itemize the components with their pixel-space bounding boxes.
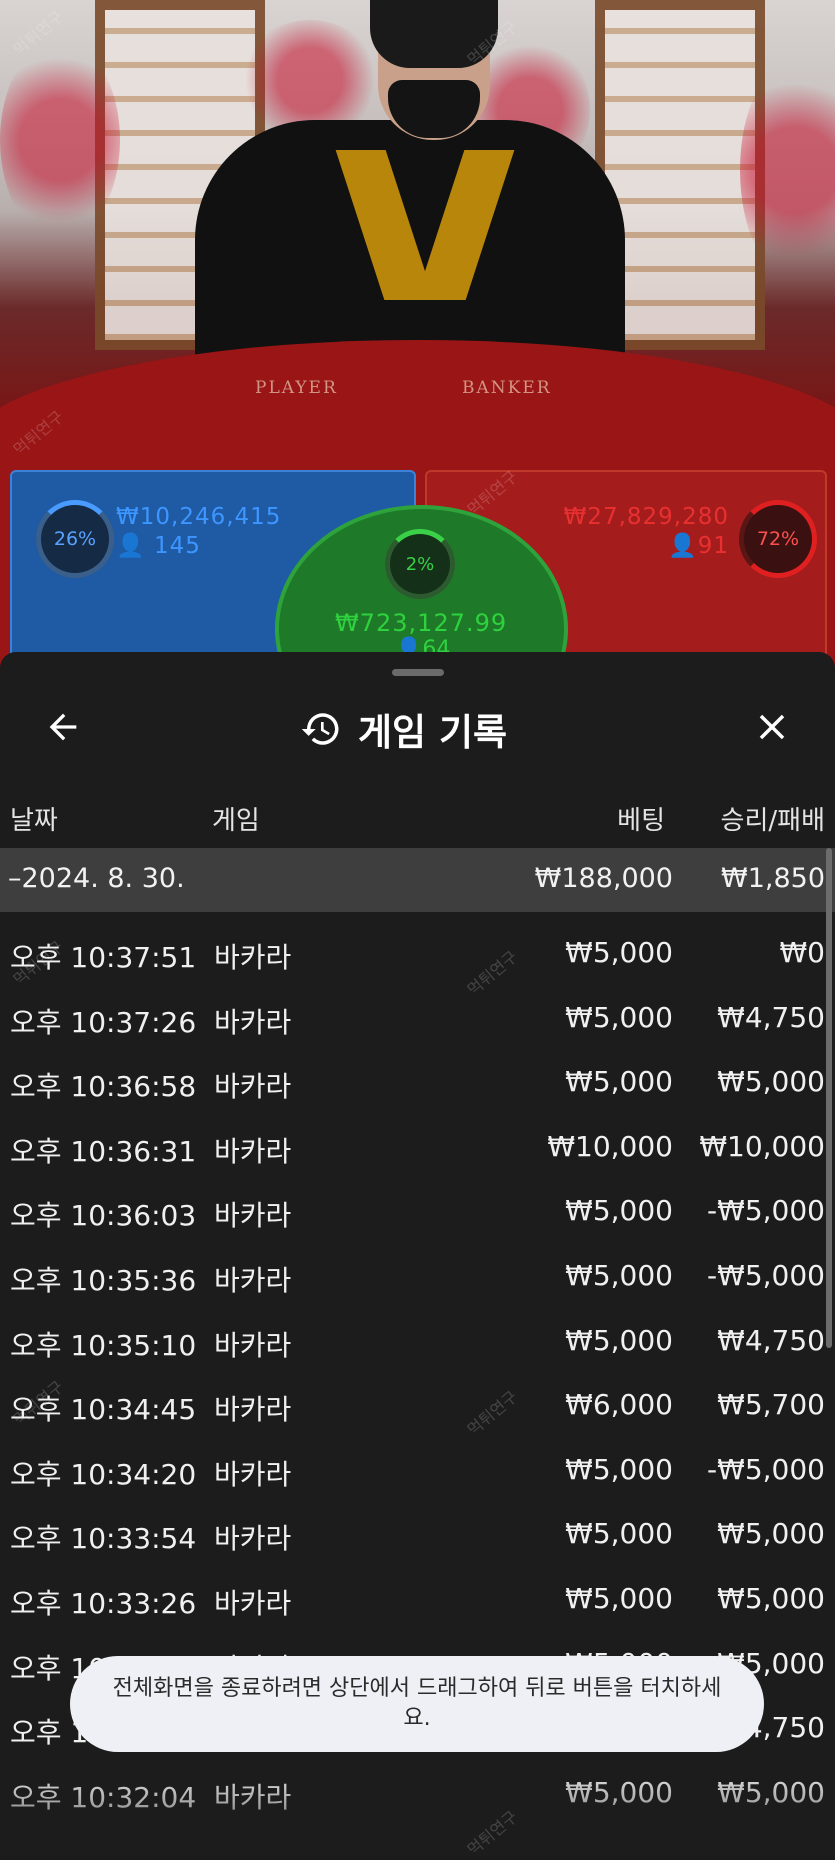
row-result: -₩5,000 xyxy=(707,1194,825,1228)
table-label-player: PLAYER xyxy=(255,378,338,398)
group-bet-total: ₩188,000 xyxy=(534,863,673,894)
history-row[interactable]: 오후 10:37:51 바카라 ₩5,000 ₩0 xyxy=(0,924,835,989)
column-header-game: 게임 xyxy=(212,806,260,836)
row-bet: ₩5,000 xyxy=(565,1517,673,1551)
player-bet-amount: ₩10,246,415 xyxy=(116,504,282,530)
tie-percent-ring: 2% xyxy=(385,529,455,599)
row-bet: ₩5,000 xyxy=(565,1323,673,1357)
history-row[interactable]: 오후 10:35:36 바카라 ₩5,000 -₩5,000 xyxy=(0,1247,835,1312)
row-time: 오후 10:33:26 xyxy=(10,1586,197,1620)
row-bet: ₩6,000 xyxy=(565,1388,673,1422)
row-game: 바카라 xyxy=(214,1522,292,1556)
close-icon xyxy=(759,714,785,740)
row-time: 오후 10:36:58 xyxy=(10,1070,197,1104)
fullscreen-exit-toast: 전체화면을 종료하려면 상단에서 드래그하여 뒤로 버튼을 터치하세요. xyxy=(70,1656,764,1752)
arrow-left-icon xyxy=(49,713,77,741)
history-row[interactable]: 오후 10:33:26 바카라 ₩5,000 ₩5,000 xyxy=(0,1570,835,1635)
row-time: 오후 10:35:10 xyxy=(10,1328,197,1362)
row-result: ₩5,700 xyxy=(717,1388,825,1422)
row-time: 오후 10:33:54 xyxy=(10,1522,197,1556)
person-icon: 👤 xyxy=(668,533,698,559)
row-game: 바카라 xyxy=(214,941,292,974)
scrollbar[interactable] xyxy=(826,848,832,1348)
table-label-banker: BANKER xyxy=(462,378,552,398)
person-icon: 👤 xyxy=(116,533,146,559)
row-result: -₩5,000 xyxy=(707,1452,825,1486)
row-time: 오후 10:35:36 xyxy=(10,1263,197,1297)
date-group-row[interactable]: –2024. 8. 30. ₩188,000 ₩1,850 xyxy=(0,848,835,912)
banker-percent-ring: 72% xyxy=(739,500,817,578)
player-bettor-count-wrap: 👤 145 xyxy=(116,532,201,559)
row-bet: ₩5,000 xyxy=(565,1000,673,1034)
close-button[interactable] xyxy=(737,692,807,762)
player-percent-ring: 26% xyxy=(36,500,114,578)
group-result-total: ₩1,850 xyxy=(721,863,825,894)
blossom-decoration xyxy=(0,40,120,240)
sheet-header: 게임 기록 xyxy=(0,692,835,762)
row-bet: ₩5,000 xyxy=(565,936,673,969)
row-result: -₩5,000 xyxy=(707,1258,825,1292)
group-date: –2024. 8. 30. xyxy=(8,863,185,894)
drag-handle[interactable] xyxy=(392,669,444,676)
column-header-bet: 베팅 xyxy=(617,806,665,836)
row-time: 오후 10:37:26 xyxy=(10,1005,197,1039)
row-bet: ₩5,000 xyxy=(565,1194,673,1228)
row-bet: ₩5,000 xyxy=(565,1258,673,1292)
row-game: 바카라 xyxy=(214,1134,292,1168)
history-row[interactable]: 오후 10:35:10 바카라 ₩5,000 ₩4,750 xyxy=(0,1312,835,1377)
row-bet: ₩5,000 xyxy=(565,1065,673,1099)
row-game: 바카라 xyxy=(214,1070,292,1104)
banker-percent: 72% xyxy=(756,528,800,550)
row-result: ₩4,750 xyxy=(717,1323,825,1357)
tie-percent: 2% xyxy=(405,553,435,575)
row-result: ₩5,000 xyxy=(717,1517,825,1551)
row-bet: ₩5,000 xyxy=(565,1452,673,1486)
list-fade-overlay xyxy=(0,1766,835,1856)
row-result: ₩5,000 xyxy=(717,1581,825,1615)
history-row[interactable]: 오후 10:33:54 바카라 ₩5,000 ₩5,000 xyxy=(0,1505,835,1570)
history-row[interactable]: 오후 10:36:58 바카라 ₩5,000 ₩5,000 xyxy=(0,1053,835,1118)
column-header-date: 날짜 xyxy=(10,806,58,836)
row-time: 오후 10:34:20 xyxy=(10,1457,197,1491)
row-game: 바카라 xyxy=(214,1199,292,1233)
history-row[interactable]: 오후 10:36:03 바카라 ₩5,000 -₩5,000 xyxy=(0,1182,835,1247)
toast-message: 전체화면을 종료하려면 상단에서 드래그하여 뒤로 버튼을 터치하세요. xyxy=(112,1676,722,1731)
history-row[interactable]: 오후 10:34:45 바카라 ₩6,000 ₩5,700 xyxy=(0,1376,835,1441)
live-dealer-video: PLAYER BANKER 26% ₩10,246,415 👤 145 ₩27,… xyxy=(0,0,835,700)
row-bet: ₩5,000 xyxy=(565,1581,673,1615)
history-row[interactable]: 오후 10:37:26 바카라 ₩5,000 ₩4,750 xyxy=(0,989,835,1054)
row-bet: ₩10,000 xyxy=(547,1129,673,1163)
row-time: 오후 10:36:03 xyxy=(10,1199,197,1233)
history-icon xyxy=(301,713,339,745)
back-button[interactable] xyxy=(28,692,98,762)
history-row[interactable]: 오후 10:36:31 바카라 ₩10,000 ₩10,000 xyxy=(0,1118,835,1183)
row-game: 바카라 xyxy=(214,1328,292,1362)
player-bettor-count: 145 xyxy=(153,533,201,559)
row-result: ₩5,000 xyxy=(717,1065,825,1099)
player-percent: 26% xyxy=(53,528,97,550)
row-game: 바카라 xyxy=(214,1393,292,1427)
sheet-title-text: 게임 기록 xyxy=(358,711,508,754)
tie-bet-amount: ₩723,127.99 xyxy=(335,609,508,637)
row-game: 바카라 xyxy=(214,1005,292,1039)
column-header-result: 승리/패배 xyxy=(720,806,825,836)
row-result: ₩0 xyxy=(779,936,826,969)
row-time: 오후 10:36:31 xyxy=(10,1134,197,1168)
row-game: 바카라 xyxy=(214,1457,292,1491)
history-row[interactable]: 오후 10:34:20 바카라 ₩5,000 -₩5,000 xyxy=(0,1441,835,1506)
banker-bettor-count-wrap: 👤91 xyxy=(668,532,729,559)
row-result: ₩4,750 xyxy=(717,1000,825,1034)
row-game: 바카라 xyxy=(214,1586,292,1620)
banker-bettor-count: 91 xyxy=(697,533,729,559)
row-game: 바카라 xyxy=(214,1263,292,1297)
row-result: ₩10,000 xyxy=(699,1129,825,1163)
sheet-title: 게임 기록 xyxy=(300,702,507,756)
banker-bet-amount: ₩27,829,280 xyxy=(563,504,729,530)
